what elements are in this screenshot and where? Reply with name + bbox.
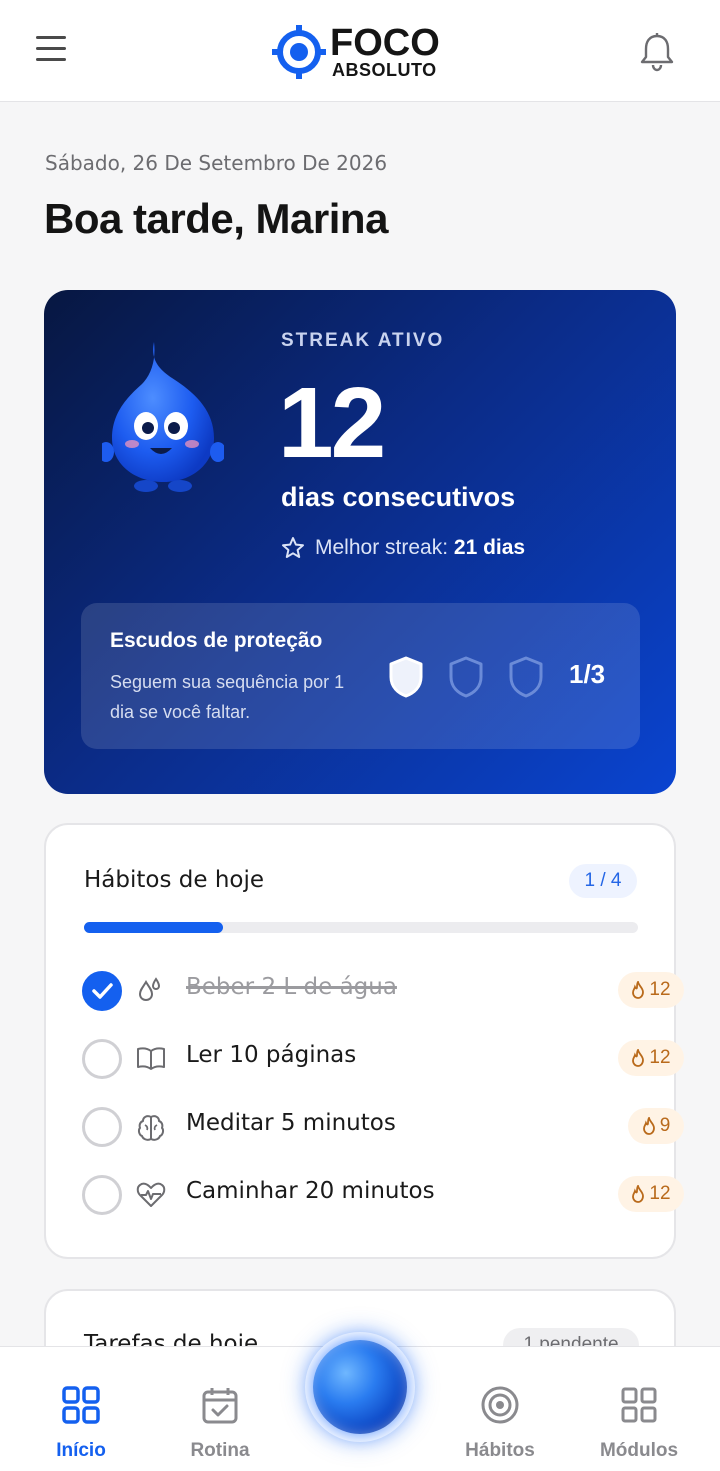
flame-icon <box>642 1117 655 1135</box>
habit-streak-badge: 12 <box>618 1040 684 1076</box>
logo-subtitle: ABSOLUTO <box>332 60 437 80</box>
nav-item-modulos[interactable]: Módulos <box>579 1385 699 1462</box>
habits-title: Hábitos de hoje <box>84 867 265 893</box>
nav-item-habitos[interactable]: Hábitos <box>440 1385 560 1462</box>
habit-name: Beber 2 L de água <box>186 974 397 1000</box>
nav-label: Início <box>56 1440 106 1461</box>
shields-count: 1/3 <box>569 659 606 689</box>
water-drop-mascot-icon <box>102 342 224 492</box>
crosshair-logo-icon <box>272 25 326 79</box>
habits-card: Hábitos de hoje 1 / 4 Beber 2 L de água … <box>44 823 684 1259</box>
protection-shields-panel: Escudos de proteção Seguem sua sequência… <box>81 603 640 749</box>
habit-name: Ler 10 páginas <box>186 1042 357 1068</box>
habits-progress-bar <box>84 922 638 933</box>
shield-empty-icon <box>449 656 483 698</box>
habit-row[interactable]: Beber 2 L de água 12 <box>82 968 684 1014</box>
book-icon <box>137 1047 165 1070</box>
brain-icon <box>137 1115 165 1141</box>
habit-streak-count: 9 <box>659 1115 671 1136</box>
habit-checkbox[interactable] <box>82 1107 122 1147</box>
streak-label: STREAK ATIVO <box>281 330 445 351</box>
nav-item-rotina[interactable]: Rotina <box>160 1385 280 1462</box>
best-streak: Melhor streak: 21 dias <box>281 536 525 560</box>
star-icon <box>282 537 304 558</box>
habit-name: Caminhar 20 minutos <box>186 1178 435 1204</box>
logo-title: FOCO <box>330 22 440 64</box>
target-icon <box>481 1386 519 1424</box>
greeting-title: Boa tarde, Marina <box>44 195 388 242</box>
habit-name: Meditar 5 minutos <box>186 1110 396 1136</box>
hamburger-menu-icon[interactable] <box>36 36 68 66</box>
streak-card: STREAK ATIVO 12 dias consecutivos Melhor… <box>44 290 676 794</box>
nav-label: Hábitos <box>465 1440 535 1461</box>
flame-icon <box>632 981 645 999</box>
shields-title: Escudos de proteção <box>110 629 323 652</box>
habit-streak-count: 12 <box>649 1183 671 1204</box>
streak-unit: dias consecutivos <box>281 482 516 512</box>
habit-row[interactable]: Ler 10 páginas 12 <box>82 1036 684 1082</box>
app-logo: FOCO ABSOLUTO <box>272 24 442 82</box>
habits-progress-fill <box>84 922 223 933</box>
calendar-check-icon <box>202 1388 238 1424</box>
habit-streak-badge: 9 <box>628 1108 684 1144</box>
shield-active-icon <box>389 656 423 698</box>
shields-description: Seguem sua sequência por 1 dia se você f… <box>110 672 345 722</box>
best-streak-value: 21 dias <box>453 536 526 559</box>
habit-streak-badge: 12 <box>618 1176 684 1212</box>
modules-icon <box>621 1387 657 1423</box>
shield-icons <box>387 655 545 699</box>
habit-checkbox[interactable] <box>82 1175 122 1215</box>
habits-progress-badge: 1 / 4 <box>569 864 637 898</box>
habit-streak-badge: 12 <box>618 972 684 1008</box>
water-drops-icon <box>138 977 161 1002</box>
heart-pulse-icon <box>136 1182 166 1207</box>
shield-empty-icon <box>509 656 543 698</box>
best-streak-label: Melhor streak: <box>315 536 449 559</box>
focus-orb-icon <box>313 1340 407 1434</box>
streak-count: 12 <box>278 367 386 479</box>
nav-item-inicio[interactable]: Início <box>21 1385 141 1462</box>
checkmark-icon <box>92 983 113 999</box>
current-date: Sábado, 26 De Setembro De 2026 <box>45 151 388 175</box>
habit-row[interactable]: Meditar 5 minutos 9 <box>82 1104 684 1150</box>
nav-label: Módulos <box>599 1440 679 1461</box>
habit-row[interactable]: Caminhar 20 minutos 12 <box>82 1172 684 1218</box>
nav-label: Rotina <box>190 1440 250 1461</box>
focus-orb-button[interactable] <box>305 1332 415 1442</box>
habit-streak-count: 12 <box>649 979 671 1000</box>
app-header: FOCO ABSOLUTO <box>0 0 720 102</box>
habit-streak-count: 12 <box>649 1047 671 1068</box>
habit-checkbox[interactable] <box>82 1039 122 1079</box>
flame-icon <box>632 1185 645 1203</box>
flame-icon <box>632 1049 645 1067</box>
bell-icon[interactable] <box>638 32 676 77</box>
grid-icon <box>62 1386 100 1424</box>
habit-checkbox-checked[interactable] <box>82 971 122 1011</box>
